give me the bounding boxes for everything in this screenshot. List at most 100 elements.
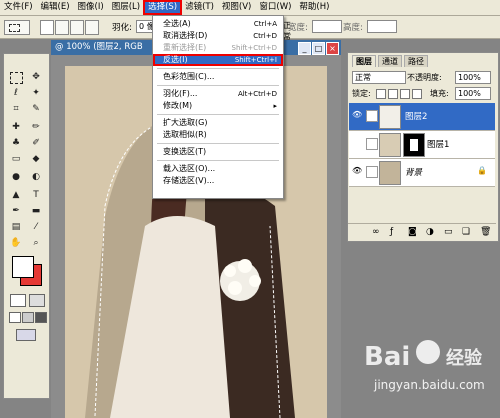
menu-item-inverse[interactable]: 反选(I) Shift+Ctrl+I	[153, 54, 283, 66]
shape-tool-icon[interactable]: ▬	[29, 204, 43, 218]
menu-separator	[157, 143, 279, 144]
layer-style-icon[interactable]: ƒ	[390, 227, 393, 237]
add-selection-button[interactable]	[55, 20, 69, 35]
menu-image[interactable]: 图像(I)	[74, 1, 108, 14]
height-label: 高度:	[343, 23, 363, 33]
add-mask-icon[interactable]: ◙	[408, 227, 417, 237]
style-value: 正常	[283, 21, 291, 41]
height-input[interactable]	[367, 20, 397, 33]
menu-item-feather[interactable]: 羽化(F)... Alt+Ctrl+D	[153, 88, 283, 100]
link-toggle-icon[interactable]	[366, 138, 378, 150]
document-title: @ 100% (图层2, RGB	[55, 42, 143, 52]
submenu-arrow-icon: ▸	[273, 102, 277, 110]
lasso-tool-icon[interactable]: ℓ	[9, 86, 23, 100]
new-group-icon[interactable]: ▭	[444, 227, 453, 237]
menu-select[interactable]: 选择(S)	[143, 0, 183, 15]
pen-tool-icon[interactable]: ✒	[9, 204, 23, 218]
visibility-eye-icon[interactable]: 👁	[352, 166, 362, 176]
dodge-tool-icon[interactable]: ◐	[29, 170, 43, 184]
paint-bucket-icon[interactable]: ◆	[29, 152, 43, 166]
close-button[interactable]: ×	[326, 42, 339, 55]
menu-view[interactable]: 视图(V)	[218, 1, 255, 14]
menu-item-similar[interactable]: 选取相似(R)	[153, 129, 283, 141]
menu-item-load-selection[interactable]: 载入选区(O)...	[153, 163, 283, 175]
move-tool-icon[interactable]: ✥	[29, 70, 43, 84]
subtract-selection-button[interactable]	[70, 20, 84, 35]
crop-tool-icon[interactable]: ⌗	[9, 102, 23, 116]
visibility-eye-icon[interactable]: 👁	[352, 110, 362, 120]
blend-mode-select[interactable]: 正常	[352, 71, 406, 84]
brush-tool-icon[interactable]: ✏	[29, 120, 43, 134]
menu-item-save-selection[interactable]: 存储选区(V)...	[153, 175, 283, 187]
lock-all-icon[interactable]	[412, 89, 422, 99]
fill-input[interactable]: 100%	[455, 87, 491, 100]
notes-tool-icon[interactable]: ▤	[9, 220, 23, 234]
opacity-input[interactable]: 100%	[455, 71, 491, 84]
quickmask-mode-button[interactable]	[29, 294, 45, 307]
menu-item-grow[interactable]: 扩大选取(G)	[153, 117, 283, 129]
layer-row[interactable]: 👁 背景 🔒	[349, 159, 495, 187]
paw-logo-icon	[416, 340, 440, 364]
foreground-color-swatch[interactable]	[12, 256, 34, 278]
lock-icon: 🔒	[477, 166, 487, 175]
new-layer-icon[interactable]: ❏	[462, 227, 470, 237]
brush-link-icon[interactable]	[366, 110, 378, 122]
screen-mode-full-menu-icon[interactable]	[22, 312, 34, 323]
healing-brush-icon[interactable]: ✚	[9, 120, 23, 134]
menu-item-transform-selection[interactable]: 变换选区(T)	[153, 146, 283, 158]
feather-label: 羽化:	[112, 23, 132, 33]
menu-separator	[157, 160, 279, 161]
layers-panel: 图层 通道 路径 正常 不透明度: 100% 锁定: 填充: 100% 👁 图层…	[347, 52, 499, 242]
menu-bar: 文件(F) 编辑(E) 图像(I) 图层(L) 选择(S) 滤镜(T) 视图(V…	[0, 0, 500, 16]
standard-mode-button[interactable]	[10, 294, 26, 307]
hand-tool-icon[interactable]: ✋	[9, 236, 23, 250]
tab-paths[interactable]: 路径	[404, 55, 428, 67]
menu-item-deselect[interactable]: 取消选择(D) Ctrl+D	[153, 30, 283, 42]
lock-label: 锁定:	[352, 89, 371, 98]
new-selection-button[interactable]	[40, 20, 54, 35]
width-input[interactable]	[312, 20, 342, 33]
menu-item-color-range[interactable]: 色彩范围(C)...	[153, 71, 283, 83]
clone-stamp-icon[interactable]: ♣	[9, 136, 23, 150]
toolbox: ✥ ℓ ✦ ⌗ ✎ ✚ ✏ ♣ ✐ ▭ ◆ ● ◐ ▲ T ✒ ▬ ▤ ⁄ ✋ …	[3, 53, 50, 399]
lock-position-icon[interactable]	[400, 89, 410, 99]
zoom-tool-icon[interactable]: ⌕	[29, 236, 43, 250]
menu-layer[interactable]: 图层(L)	[108, 1, 144, 14]
menu-help[interactable]: 帮助(H)	[295, 1, 333, 14]
screen-mode-standard-icon[interactable]	[9, 312, 21, 323]
layer-name: 背景	[405, 168, 423, 178]
type-tool-icon[interactable]: T	[29, 188, 43, 202]
intersect-selection-button[interactable]	[85, 20, 99, 35]
link-toggle-icon[interactable]	[366, 166, 378, 178]
tab-layers[interactable]: 图层	[352, 55, 376, 67]
eraser-tool-icon[interactable]: ▭	[9, 152, 23, 166]
menu-filter[interactable]: 滤镜(T)	[181, 1, 218, 14]
tool-preset-picker[interactable]	[4, 20, 30, 35]
visibility-eye-icon[interactable]	[352, 138, 362, 148]
maximize-button[interactable]: □	[312, 42, 325, 55]
jump-to-imageready-icon[interactable]	[16, 329, 36, 341]
menu-item-reselect[interactable]: 重新选择(E) Shift+Ctrl+D	[153, 42, 283, 54]
tab-channels[interactable]: 通道	[378, 55, 402, 67]
lock-pixels-icon[interactable]	[388, 89, 398, 99]
magic-wand-tool-icon[interactable]: ✦	[29, 86, 43, 100]
history-brush-icon[interactable]: ✐	[29, 136, 43, 150]
layer-row[interactable]: 👁 图层2	[349, 103, 495, 131]
lock-transparency-icon[interactable]	[376, 89, 386, 99]
minimize-button[interactable]: _	[298, 42, 311, 55]
screen-mode-full-icon[interactable]	[35, 312, 47, 323]
blur-tool-icon[interactable]: ●	[9, 170, 23, 184]
path-select-icon[interactable]: ▲	[9, 188, 23, 202]
layer-row[interactable]: 图层1	[349, 131, 495, 159]
menu-window[interactable]: 窗口(W)	[255, 1, 295, 14]
eyedropper-tool-icon[interactable]: ⁄	[29, 220, 43, 234]
menu-file[interactable]: 文件(F)	[0, 1, 37, 14]
menu-item-modify[interactable]: 修改(M) ▸	[153, 100, 283, 112]
delete-layer-icon[interactable]: 🗑	[480, 227, 491, 237]
marquee-tool-icon[interactable]	[10, 72, 23, 84]
slice-tool-icon[interactable]: ✎	[29, 102, 43, 116]
adjustment-layer-icon[interactable]: ◑	[426, 227, 434, 237]
link-layers-icon[interactable]: ∞	[372, 227, 380, 237]
menu-item-select-all[interactable]: 全选(A) Ctrl+A	[153, 18, 283, 30]
menu-edit[interactable]: 编辑(E)	[37, 1, 74, 14]
